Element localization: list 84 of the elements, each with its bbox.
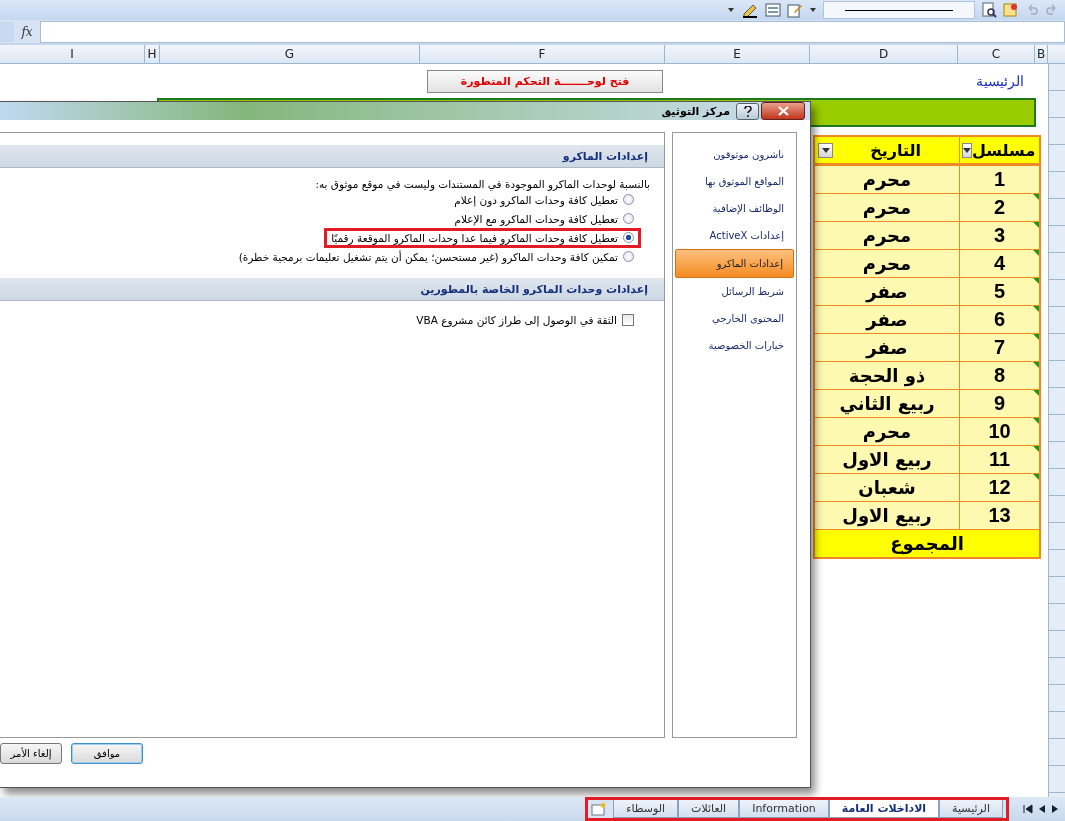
print-preview-icon[interactable] <box>981 2 997 18</box>
table-cell: محرم <box>815 250 960 277</box>
table-cell: 11 <box>960 446 1039 473</box>
dropdown-caret-icon[interactable] <box>727 7 735 13</box>
close-button[interactable] <box>761 102 805 120</box>
intro-text: بالنسبة لوحدات الماكرو الموجودة في المستندات وليست في موقع موثوق به: <box>314 177 651 190</box>
ok-button[interactable]: موافق <box>71 743 143 764</box>
table-cell: محرم <box>815 166 960 193</box>
radio-option[interactable]: تعطيل كافة وحدات الماكرو مع الإعلام <box>450 211 638 226</box>
dropdown-caret-icon[interactable] <box>809 7 817 13</box>
column-header-cell: التاريخ <box>815 137 960 163</box>
total-cell-text: المجموع <box>889 532 965 557</box>
cancel-button[interactable]: إلغاء الأمر <box>0 743 62 764</box>
nav-item[interactable]: ناشرون موثوقون <box>675 141 794 168</box>
table-cell: 8 <box>960 362 1039 389</box>
table-cell: صفر <box>815 334 960 361</box>
nav-item[interactable]: إعدادات الماكرو <box>675 249 794 278</box>
close-icon <box>777 106 789 116</box>
column-header[interactable]: E <box>665 45 810 63</box>
line-style-picker[interactable] <box>823 1 975 19</box>
table-cell: 4 <box>960 250 1039 277</box>
caret-icon <box>821 147 830 153</box>
column-header[interactable]: C <box>958 45 1035 63</box>
section-header: إعدادات وحدات الماكرو الخاصة بالمطورين <box>0 278 664 301</box>
sheet-title: الرئيسية <box>976 73 1024 89</box>
table-cell: شعبان <box>815 474 960 501</box>
column-header-cell: مسلسل <box>960 137 1039 163</box>
nav-item[interactable]: شريط الرسائل <box>675 278 794 305</box>
radio-option[interactable]: تعطيل كافة وحدات الماكرو دون إعلام <box>450 192 638 207</box>
edit-icon[interactable] <box>787 2 803 18</box>
open-control-panel-button[interactable]: فتح لوحـــــــة التحكم المتطورة <box>427 69 663 93</box>
table-cell: صفر <box>815 306 960 333</box>
table-cell: ذو الحجة <box>815 362 960 389</box>
sheet-tab[interactable]: العائلات <box>678 800 740 818</box>
nav-item[interactable]: خيارات الخصوصية <box>675 332 794 359</box>
checkbox-option[interactable]: الثقة في الوصول إلى طراز كائن مشروع VBA <box>412 312 638 327</box>
table-cell: 12 <box>960 474 1039 501</box>
next-sheet-icon[interactable] <box>1051 804 1059 814</box>
nav-item[interactable]: الوظائف الإضافية <box>675 195 794 222</box>
clipart-icon[interactable] <box>1003 2 1019 18</box>
function-button[interactable]: fx <box>14 24 40 39</box>
question-mark-icon <box>743 105 752 117</box>
column-header[interactable]: I <box>0 45 145 63</box>
window-title: مركز التوثيق <box>661 104 730 118</box>
radio-option[interactable]: تمكين كافة وحدات الماكرو (غير مستحسن؛ يمكن أن يتم تشغيل تعليمات برمجية خطرة) <box>234 249 638 264</box>
table-cell: 5 <box>960 278 1039 305</box>
formula-input[interactable] <box>40 20 1065 43</box>
form-icon[interactable] <box>765 3 781 17</box>
table-cell-text: 1 <box>992 167 1007 192</box>
help-button[interactable] <box>736 102 759 120</box>
sheet-tab[interactable]: الرئيسية <box>939 800 1003 818</box>
filter-button[interactable] <box>962 142 972 158</box>
column-header[interactable]: G <box>160 45 420 63</box>
table-cell: ربيع الثاني <box>815 390 960 417</box>
nav-item[interactable]: المواقع الموثوق بها <box>675 168 794 195</box>
table-cell: 3 <box>960 222 1039 249</box>
table-cell: 2 <box>960 194 1039 221</box>
table-cell-text: 13 <box>987 503 1012 528</box>
pen-icon[interactable] <box>741 2 759 18</box>
column-header[interactable]: H <box>145 45 160 63</box>
table-cell: صفر <box>815 278 960 305</box>
table-cell: محرم <box>815 418 960 445</box>
sheet-tab[interactable]: الاداخلات العامة <box>828 800 940 818</box>
table-cell: ربيع الاول <box>815 502 960 529</box>
first-sheet-icon[interactable] <box>1023 804 1033 814</box>
radio-option[interactable]: تعطيل كافة وحدات الماكرو فيما عدا وحدات الماكرو الموقعة رقميًا <box>327 230 638 245</box>
filter-button[interactable] <box>818 142 833 158</box>
table-cell: ربيع الاول <box>815 446 960 473</box>
nav-item[interactable]: المحتوى الخارجي <box>675 305 794 332</box>
previous-sheet-icon[interactable] <box>1038 804 1046 814</box>
table-cell: 7 <box>960 334 1039 361</box>
sheet-tab[interactable]: الوسطاء <box>613 800 679 818</box>
column-header[interactable]: B <box>1035 45 1048 63</box>
column-header[interactable]: D <box>810 45 958 63</box>
table-cell: 9 <box>960 390 1039 417</box>
caret-icon <box>963 147 971 153</box>
nav-item[interactable]: إعدادات ActiveX <box>675 222 794 249</box>
section-header: إعدادات الماكرو <box>0 145 664 168</box>
table-cell: 10 <box>960 418 1039 445</box>
table-cell: محرم <box>815 222 960 249</box>
sheet-tab[interactable]: Information <box>739 800 829 818</box>
table-cell: 6 <box>960 306 1039 333</box>
table-cell: محرم <box>815 194 960 221</box>
column-header[interactable]: F <box>420 45 665 63</box>
